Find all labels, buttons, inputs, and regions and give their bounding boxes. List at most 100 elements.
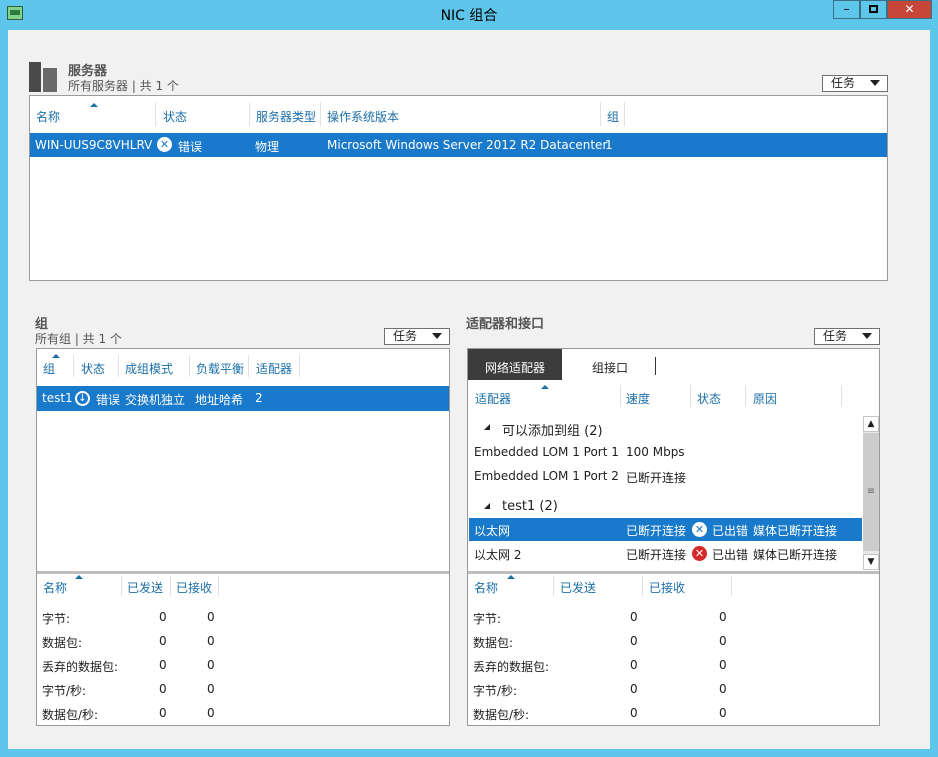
stat-recv: 0 [719,610,727,624]
stat-sent: 0 [630,682,638,696]
tasks-label: 任务 [393,329,418,343]
sort-asc-icon [75,575,83,579]
stat-sent: 0 [630,658,638,672]
stat-sent: 0 [159,658,167,672]
adapter-speed: 已断开连接 [626,524,687,538]
adapter-status: 已出错 [712,548,749,562]
col-server-type[interactable]: 服务器类型 [256,108,316,125]
col-os-version[interactable]: 操作系统版本 [327,108,399,125]
team-lb: 地址哈希 [195,393,244,407]
stat-recv: 0 [207,706,215,720]
tab-label: 组接口 [592,361,629,375]
stat-recv: 0 [719,634,727,648]
window-title: NIC 组合 [440,8,498,24]
title-bar: NIC 组合 – ✕ [0,0,938,30]
stats-col-name[interactable]: 名称 [474,579,498,596]
col-status[interactable]: 状态 [697,390,721,407]
stat-label: 字节: [473,612,502,626]
group-header-team[interactable]: test1 (2) [502,499,558,514]
servers-tasks-button[interactable]: 任务 [822,75,888,92]
col-adapter[interactable]: 适配器 [475,390,511,407]
sort-asc-icon [541,385,549,389]
adapters-tasks-button[interactable]: 任务 [814,328,880,345]
stat-label: 数据包/秒: [473,708,530,722]
tab-label: 网络适配器 [485,361,546,375]
stat-sent: 0 [630,610,638,624]
collapse-icon[interactable] [484,503,490,509]
adapter-name[interactable]: Embedded LOM 1 Port 2 [474,469,619,483]
teams-tasks-button[interactable]: 任务 [384,328,450,345]
stats-col-sent[interactable]: 已发送 [560,579,596,596]
server-group: 1 [605,138,613,152]
error-x-icon: ✕ [157,137,172,152]
col-status[interactable]: 状态 [81,360,105,377]
scroll-up-icon[interactable]: ▲ [863,416,879,432]
col-team[interactable]: 组 [43,360,55,377]
stats-col-sent[interactable]: 已发送 [127,579,163,596]
stat-recv: 0 [719,658,727,672]
table-row[interactable]: 以太网 已断开连接 ✕ 已出错 媒体已断开连接 [469,518,862,541]
stat-label: 字节/秒: [42,684,87,698]
stats-col-name[interactable]: 名称 [43,579,67,596]
tab-team-interfaces[interactable]: 组接口 [562,349,656,380]
stat-label: 数据包: [42,636,83,650]
adapter-reason: 媒体已断开连接 [753,548,838,562]
adapter-name[interactable]: 以太网 2 [474,546,521,563]
minimize-button[interactable]: – [833,0,860,19]
server-name: WIN-UUS9C8VHLRV [35,138,153,152]
stat-sent: 0 [159,706,167,720]
chevron-down-icon [870,80,880,86]
tab-network-adapters[interactable]: 网络适配器 [468,349,562,380]
col-group[interactable]: 组 [607,108,619,125]
chevron-down-icon [432,333,442,339]
adapter-name: 以太网 [474,524,511,538]
tasks-label: 任务 [823,329,848,343]
close-button[interactable]: ✕ [887,0,932,19]
table-row[interactable]: WIN-UUS9C8VHLRV ✕ 错误 物理 Microsoft Window… [30,133,887,157]
table-row[interactable]: test1 ↓ 错误 交换机独立 地址哈希 2 [37,386,449,411]
down-arrow-icon: ↓ [75,391,90,406]
adapter-status: 已出错 [712,524,749,538]
teams-subtitle: 所有组 | 共 1 个 [35,332,122,346]
stat-recv: 0 [207,682,215,696]
maximize-button[interactable] [860,0,887,19]
servers-subtitle: 所有服务器 | 共 1 个 [68,79,179,93]
col-status[interactable]: 状态 [163,108,187,125]
sort-asc-icon [507,575,515,579]
sort-asc-icon [90,103,98,107]
stats-col-received[interactable]: 已接收 [176,579,212,596]
stats-col-received[interactable]: 已接收 [649,579,685,596]
stat-sent: 0 [630,634,638,648]
stat-label: 字节/秒: [473,684,518,698]
tasks-label: 任务 [831,76,856,90]
stat-label: 数据包: [473,636,514,650]
col-name[interactable]: 名称 [36,108,60,125]
stat-recv: 0 [719,706,727,720]
adapter-speed: 100 Mbps [626,445,685,459]
col-mode[interactable]: 成组模式 [125,360,173,377]
team-adapters: 2 [255,391,263,405]
scroll-thumb[interactable]: ≡ [863,433,879,551]
chevron-down-icon [862,333,872,339]
server-status: 错误 [178,140,203,154]
scroll-down-icon[interactable]: ▼ [863,554,879,570]
client-area: 服务器 所有服务器 | 共 1 个 任务 名称 状态 服务器类型 操作系统版本 … [8,30,930,749]
teams-table: 组 状态 成组模式 负载平衡 适配器 test1 ↓ 错误 交换机独立 地址哈希… [36,348,450,726]
collapse-icon[interactable] [484,424,490,430]
team-mode: 交换机独立 [125,393,186,407]
team-name: test1 [42,391,73,405]
vertical-scrollbar[interactable]: ▲ ≡ ▼ [863,416,879,570]
stat-label: 字节: [42,612,71,626]
col-reason[interactable]: 原因 [753,390,777,407]
stat-sent: 0 [630,706,638,720]
server-type: 物理 [255,140,280,154]
adapter-speed: 已断开连接 [626,471,687,485]
col-load-balancing[interactable]: 负载平衡 [196,360,244,377]
stat-label: 丢弃的数据包: [473,660,550,674]
sort-asc-icon [52,354,60,358]
col-speed[interactable]: 速度 [626,390,650,407]
group-header-available[interactable]: 可以添加到组 (2) [502,420,603,439]
error-x-icon: ✕ [692,522,707,537]
adapter-name[interactable]: Embedded LOM 1 Port 1 [474,445,619,459]
col-adapters[interactable]: 适配器 [256,360,292,377]
